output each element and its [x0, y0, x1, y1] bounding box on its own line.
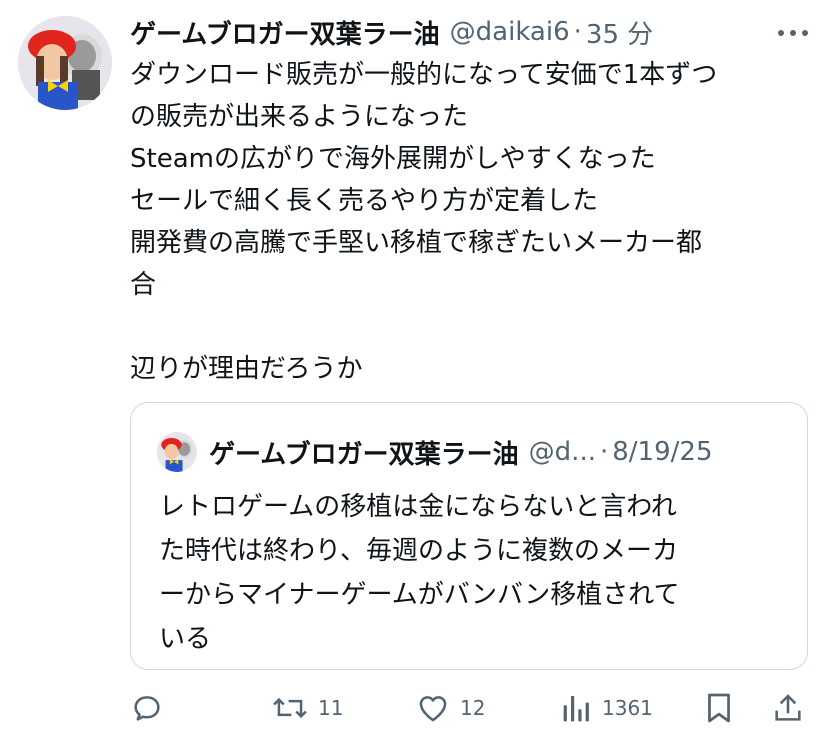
tweet-line: 合	[130, 270, 157, 300]
avatar-image	[18, 16, 112, 110]
quoted-tweet-date: 8/19/25	[612, 437, 713, 467]
reply-button[interactable]	[130, 686, 164, 730]
author-name[interactable]: ゲームブロガー双葉ラー油	[130, 14, 440, 51]
author-handle[interactable]: @daikai6	[450, 17, 570, 47]
retweet-count: 11	[318, 696, 344, 720]
tweet-timestamp[interactable]: 35 分	[586, 14, 653, 51]
reply-icon	[134, 696, 160, 721]
quoted-tweet-text: レトロゲームの移植は金にならないと言われ た時代は終わり、毎週のように複数のメー…	[159, 485, 789, 661]
tweet-text: ダウンロード販売が一般的になって安価で1本ずつ の販売が出来るようになった St…	[130, 54, 810, 390]
quoted-tweet[interactable]: ゲームブロガー双葉ラー油 @d... · 8/19/25 レトロゲームの移植は金…	[130, 402, 808, 670]
tweet-line: の販売が出来るようになった	[130, 102, 469, 132]
separator-dot: ·	[573, 17, 582, 47]
share-icon	[775, 694, 801, 721]
retweet-icon	[273, 697, 307, 719]
views-count: 1361	[602, 696, 653, 720]
views-button[interactable]: 1361	[562, 686, 653, 730]
like-button[interactable]: 12	[416, 686, 485, 730]
quoted-tweet-line: た時代は終わり、毎週のように複数のメーカ	[159, 536, 678, 566]
tweet-line: 辺りが理由だろうか	[130, 354, 363, 384]
like-count: 12	[460, 696, 486, 720]
bookmark-button[interactable]	[704, 686, 734, 730]
tweet-line: ダウンロード販売が一般的になって安価で1本ずつ	[130, 60, 718, 90]
author-avatar[interactable]	[18, 16, 112, 110]
more-options-icon[interactable]	[778, 28, 808, 38]
views-icon	[563, 696, 589, 722]
quoted-author-name: ゲームブロガー双葉ラー油	[209, 439, 519, 470]
quoted-tweet-line: レトロゲームの移植は金にならないと言われ	[159, 492, 677, 522]
quoted-tweet-line: ーからマイナーゲームがバンバン移植されて	[159, 580, 680, 610]
tweet-line: 開発費の高騰で手堅い移植で稼ぎたいメーカー都	[130, 228, 703, 258]
quoted-author-handle: @d...	[528, 437, 596, 467]
separator-dot: ·	[599, 437, 609, 467]
quoted-author-avatar	[157, 432, 197, 472]
tweet-header: ゲームブロガー双葉ラー油 @daikai6 · 35 分	[130, 12, 808, 52]
bookmark-icon	[708, 693, 730, 723]
quoted-tweet-line: いる	[159, 624, 212, 654]
tweet-line: セールで細く長く売るやり方が定着した	[130, 186, 599, 216]
tweet-actions-bar: 11 12 1361	[130, 686, 812, 730]
heart-icon	[419, 696, 447, 722]
retweet-button[interactable]: 11	[272, 686, 343, 730]
quoted-tweet-header: ゲームブロガー双葉ラー油 @d... · 8/19/25	[157, 429, 783, 475]
share-button[interactable]	[772, 686, 804, 730]
tweet-line: Steamの広がりで海外展開がしやすくなった	[130, 144, 656, 174]
avatar-image	[157, 432, 197, 472]
